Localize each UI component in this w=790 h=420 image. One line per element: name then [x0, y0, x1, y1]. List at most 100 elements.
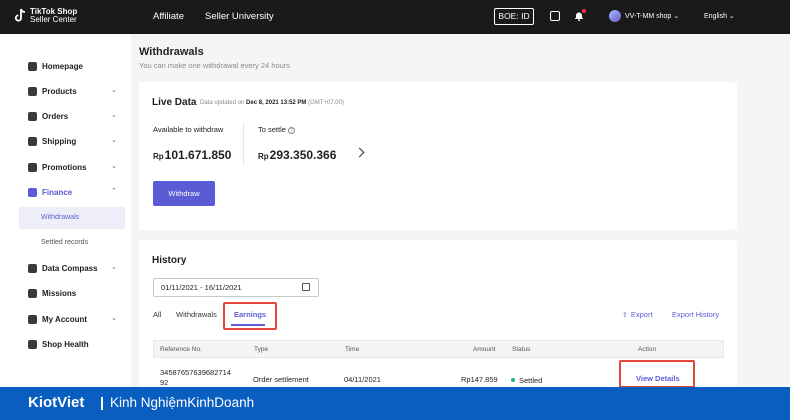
- page-subtitle: You can make one withdrawal every 24 hou…: [139, 61, 291, 70]
- megaphone-icon: [28, 162, 37, 172]
- shield-icon: [28, 339, 37, 349]
- date-range-picker[interactable]: 01/11/2021 - 16/11/2021: [153, 278, 319, 297]
- export-history-link[interactable]: Export History: [672, 310, 719, 319]
- divider: [101, 397, 103, 410]
- data-updated-timezone: (GMT+07:00): [308, 100, 344, 106]
- chevron-down-icon: ⌄: [111, 315, 117, 322]
- sidebar-item-homepage[interactable]: Homepage: [19, 57, 125, 75]
- live-data-card: Live Data Data updated on Dec 8, 2021 13…: [139, 82, 737, 230]
- chevron-down-icon: ⌄: [111, 87, 117, 94]
- sidebar-item-promotions[interactable]: Promotions ⌄: [19, 158, 125, 176]
- sidebar-item-label: Shop Health: [42, 339, 89, 349]
- sidebar-item-label: Data Compass: [42, 263, 98, 273]
- sidebar-item-label: Shipping: [42, 136, 77, 146]
- sidebar-item-data-compass[interactable]: Data Compass ⌄: [19, 259, 125, 277]
- currency-label: Rp: [258, 152, 269, 161]
- top-navigation-bar: TikTok Shop Seller Center Affiliate Sell…: [0, 0, 790, 34]
- tiktok-shop-logo[interactable]: TikTok Shop Seller Center: [14, 8, 77, 24]
- withdraw-button[interactable]: Withdraw: [153, 181, 215, 206]
- live-data-title: Live Data: [152, 97, 197, 108]
- region-boe-badge[interactable]: BOE: ID: [494, 8, 534, 25]
- status-badge: Settled: [511, 376, 542, 385]
- shop-switcher[interactable]: VV-T-MM shop ⌄: [625, 12, 679, 20]
- sidebar: Homepage Products ⌄ Orders ⌄ Shipping ⌄ …: [0, 34, 131, 420]
- export-label: Export: [630, 310, 653, 319]
- sidebar-item-orders[interactable]: Orders ⌄: [19, 107, 125, 125]
- orders-icon: [28, 111, 37, 121]
- chevron-down-icon: ⌄: [111, 112, 117, 119]
- sidebar-item-finance[interactable]: Finance ⌃: [19, 183, 125, 201]
- date-range-value: 01/11/2021 - 16/11/2021: [161, 283, 242, 292]
- logo-line-2: Seller Center: [30, 15, 77, 24]
- sidebar-item-label: Orders: [42, 111, 69, 121]
- sidebar-item-label: My Account: [42, 314, 88, 324]
- chevron-down-icon: ⌄: [111, 264, 117, 271]
- sidebar-item-label: Homepage: [42, 61, 83, 71]
- transaction-time: 04/11/2021: [344, 375, 381, 384]
- column-header-action: Action: [638, 346, 657, 353]
- kiotviet-logo: KiotViet: [28, 394, 85, 411]
- history-title: History: [152, 255, 187, 266]
- available-amount: Rp101.671.850: [153, 148, 231, 162]
- medal-icon: [28, 288, 37, 298]
- sidebar-subitem-withdrawals[interactable]: Withdrawals: [19, 207, 125, 229]
- transaction-type: Order settlement: [253, 375, 309, 384]
- highlight-box-view-details: [619, 360, 695, 388]
- reference-line-1: 34587657639682714: [160, 368, 231, 377]
- logo-text: TikTok Shop Seller Center: [30, 8, 77, 24]
- sidebar-item-shop-health[interactable]: Shop Health: [19, 335, 125, 353]
- chevron-right-icon[interactable]: [354, 147, 365, 158]
- chevron-down-icon: ⌄: [111, 163, 117, 170]
- sidebar-item-missions[interactable]: Missions: [19, 284, 125, 302]
- currency-label: Rp: [153, 152, 164, 161]
- to-settle-label-wrap: To settle?: [258, 125, 295, 134]
- tiktok-icon: [14, 8, 26, 22]
- sidebar-item-label: Promotions: [42, 162, 87, 172]
- data-updated-prefix: Data updated on: [200, 100, 245, 106]
- sidebar-item-products[interactable]: Products ⌄: [19, 82, 125, 100]
- chevron-down-icon: ⌄: [111, 137, 117, 144]
- available-amount-value: 101.671.850: [164, 148, 232, 162]
- divider: [243, 122, 244, 166]
- sidebar-item-shipping[interactable]: Shipping ⌄: [19, 132, 125, 150]
- message-icon[interactable]: [550, 11, 560, 21]
- to-settle-amount: Rp293.350.366: [258, 148, 336, 162]
- sidebar-item-my-account[interactable]: My Account ⌄: [19, 310, 125, 328]
- sidebar-item-label: Products: [42, 86, 77, 96]
- available-to-withdraw-label: Available to withdraw: [153, 125, 224, 134]
- avatar[interactable]: [609, 10, 621, 22]
- export-icon: ⇪: [622, 312, 628, 319]
- product-box-icon: [28, 86, 37, 96]
- table-header: Reference No. Type Time Amount Status Ac…: [153, 340, 724, 358]
- data-updated-text: Data updated on Dec 8, 2021 13:52 PM (GM…: [200, 100, 344, 106]
- status-label: Settled: [519, 376, 543, 385]
- language-selector[interactable]: English ⌄: [704, 12, 735, 20]
- tab-withdrawals[interactable]: Withdrawals: [176, 310, 217, 319]
- sidebar-item-label: Missions: [42, 288, 77, 298]
- notification-dot: [582, 9, 586, 13]
- transaction-amount: Rp147.859: [461, 375, 498, 384]
- nav-seller-university[interactable]: Seller University: [205, 11, 274, 22]
- calendar-icon: [302, 283, 310, 291]
- info-icon[interactable]: ?: [287, 127, 295, 134]
- home-icon: [28, 61, 37, 71]
- export-link[interactable]: ⇪ Export: [622, 310, 653, 319]
- status-dot: [511, 378, 515, 382]
- sidebar-item-label: Finance: [42, 187, 73, 197]
- user-icon: [28, 314, 37, 324]
- kiotviet-watermark-banner: KiotViet Kinh NghiệmKinhDoanh: [0, 387, 790, 420]
- chevron-up-icon: ⌃: [111, 188, 117, 195]
- wallet-icon: [28, 187, 37, 197]
- nav-affiliate[interactable]: Affiliate: [153, 11, 184, 22]
- to-settle-label: To settle: [258, 125, 286, 134]
- chart-icon: [28, 263, 37, 273]
- column-header-amount: Amount: [473, 346, 496, 353]
- reference-number: 34587657639682714 92: [160, 368, 231, 388]
- sidebar-subitem-settled-records[interactable]: Settled records: [19, 232, 125, 254]
- tab-all[interactable]: All: [153, 310, 161, 319]
- data-updated-time: Dec 8, 2021 13:52 PM: [246, 100, 307, 106]
- highlight-box-earnings: [223, 302, 277, 330]
- column-header-time: Time: [345, 346, 360, 353]
- column-header-reference: Reference No.: [160, 346, 202, 353]
- banner-tagline: Kinh NghiệmKinhDoanh: [110, 395, 255, 410]
